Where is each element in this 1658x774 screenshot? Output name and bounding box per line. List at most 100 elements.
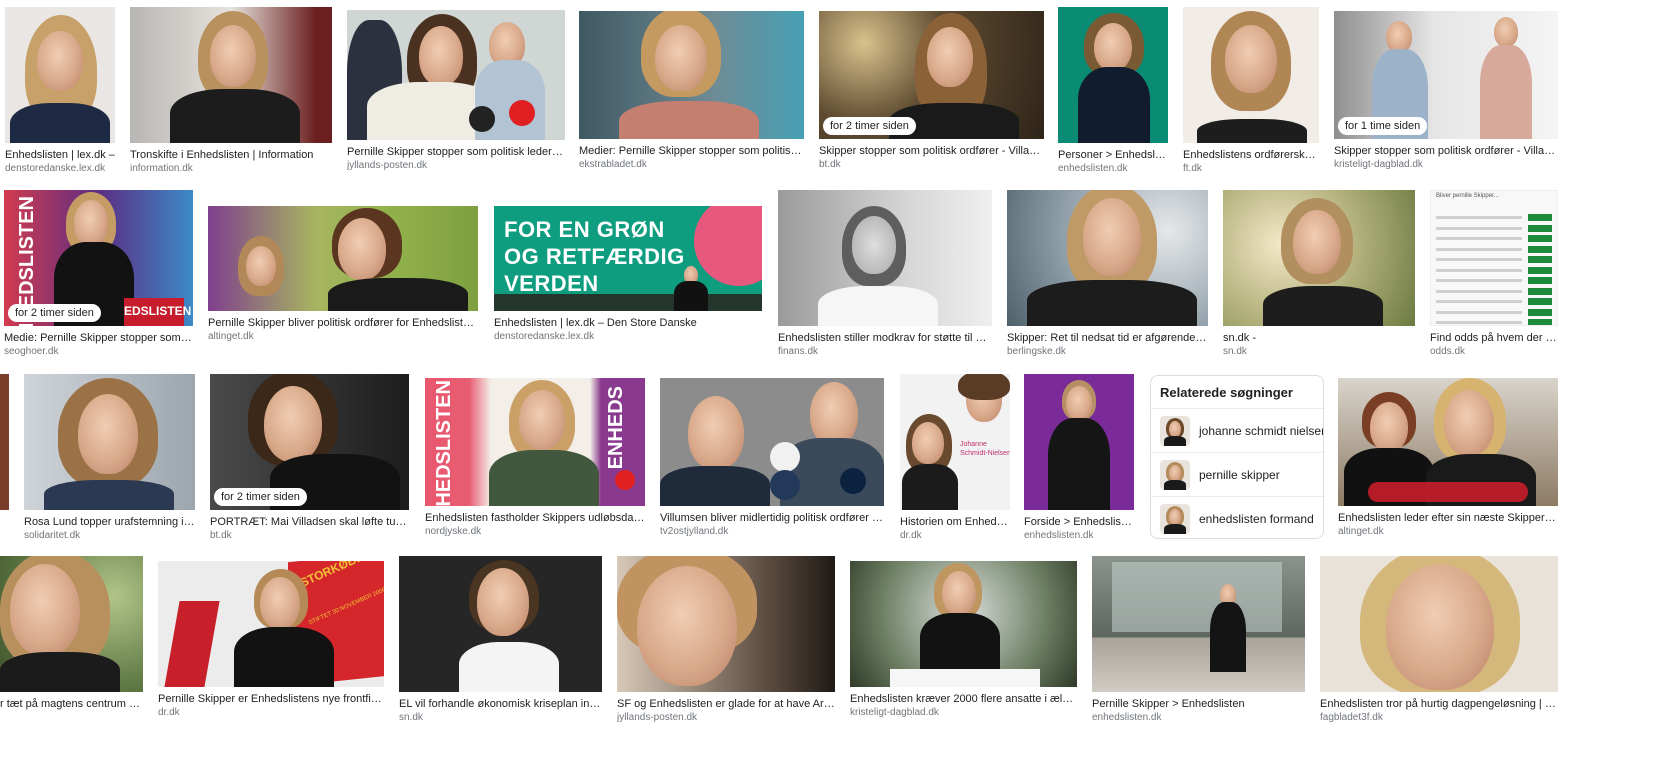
result-title[interactable]: Pernille Skipper bliver politisk ordføre…	[208, 316, 478, 330]
result-title[interactable]: PORTRÆT: Mai Villadsen skal løfte tung a…	[210, 515, 409, 529]
odds-value-cell	[1528, 266, 1552, 274]
image-result[interactable]: for 2 timer siden Skipper stopper som po…	[819, 11, 1044, 171]
related-search-item[interactable]: enhedslisten formand	[1151, 497, 1323, 538]
image-result[interactable]: Enhedslisten | lex.dk – denstoredanske.l…	[5, 7, 115, 175]
image-result[interactable]: for 2 timer siden PORTRÆT: Mai Villadsen…	[210, 374, 409, 542]
image-thumbnail[interactable]	[850, 561, 1077, 687]
image-result[interactable]: FOR EN GRØN OG RETFÆRDIG VERDEN Enhedsli…	[494, 206, 762, 343]
result-title[interactable]: Personer > Enhedslisten	[1058, 148, 1168, 162]
image-thumbnail[interactable]	[660, 378, 884, 506]
image-thumbnail[interactable]	[617, 556, 835, 692]
result-title[interactable]: Enhedslisten | lex.dk – Den Store Danske	[494, 316, 762, 330]
image-thumbnail[interactable]	[347, 10, 565, 140]
related-search-item[interactable]: pernille skipper	[1151, 453, 1323, 497]
image-result[interactable]: Pernille Skipper stopper som politisk le…	[347, 10, 565, 172]
image-result[interactable]: Pernille Skipper > Enhedslisten enhedsli…	[1092, 556, 1305, 724]
result-title[interactable]: Medie: Pernille Skipper stopper som poli…	[4, 331, 193, 345]
image-result[interactable]: r tæt på magtens centrum – m...	[0, 556, 143, 711]
result-title[interactable]: SF og Enhedslisten er glade for at have …	[617, 697, 835, 711]
image-thumbnail[interactable]	[208, 206, 478, 311]
result-title[interactable]: Pernille Skipper er Enhedslistens nye fr…	[158, 692, 384, 706]
image-result[interactable]: Johanne Schmidt-Nielsen Historien om Enh…	[900, 374, 1010, 542]
result-title[interactable]: Enhedslistens ordførerskaber...	[1183, 148, 1319, 162]
image-thumbnail[interactable]	[0, 374, 9, 510]
result-title[interactable]: Villumsen bliver midlertidig politisk or…	[660, 511, 884, 525]
image-thumbnail[interactable]: STORKØBENHAVN STIFTET 30 NOVEMBER 2006	[158, 561, 384, 687]
image-thumbnail[interactable]: Bliver pernille Skipper...	[1430, 190, 1558, 326]
image-thumbnail[interactable]	[0, 556, 143, 692]
image-thumbnail[interactable]	[1092, 556, 1305, 692]
image-result[interactable]: STORKØBENHAVN STIFTET 30 NOVEMBER 2006 P…	[158, 561, 384, 719]
image-thumbnail[interactable]	[24, 374, 195, 510]
result-title[interactable]: Skipper stopper som politisk ordfører - …	[819, 144, 1044, 158]
image-thumbnail[interactable]	[1058, 7, 1168, 143]
related-search-label[interactable]: pernille skipper	[1199, 468, 1280, 482]
image-result[interactable]: Tronskifte i Enhedslisten | Information …	[130, 7, 332, 175]
result-title[interactable]: Skipper stopper som politisk ordfører - …	[1334, 144, 1558, 158]
result-title[interactable]: r tæt på magtens centrum – m...	[0, 697, 143, 711]
image-result[interactable]: Rosa Lund topper urafstemning i Enh... s…	[24, 374, 195, 542]
image-result[interactable]: Enhedslisten leder efter sin næste Skipp…	[1338, 378, 1558, 538]
image-thumbnail[interactable]	[5, 7, 115, 143]
result-source: jyllands-posten.dk	[617, 712, 698, 723]
image-thumbnail[interactable]	[399, 556, 602, 692]
result-title[interactable]: Find odds på hvem der skal...	[1430, 331, 1558, 345]
result-title[interactable]: Enhedslisten | lex.dk –	[5, 148, 115, 162]
image-result[interactable]: Villumsen bliver midlertidig politisk or…	[660, 378, 884, 538]
image-result[interactable]: Enhedslisten stiller modkrav for støtte …	[778, 190, 992, 358]
image-thumbnail[interactable]: ENHEDSLISTEN EDSLISTEN for 2 timer siden	[4, 190, 193, 326]
image-thumbnail[interactable]: ENHEDSLISTEN ENHEDS	[425, 378, 645, 506]
image-result[interactable]: ENHEDSLISTEN ENHEDS Enhedslisten fasthol…	[425, 378, 645, 538]
odds-row	[1436, 245, 1552, 254]
result-title[interactable]: Historien om Enhedslis...	[900, 515, 1010, 529]
result-title[interactable]: EL vil forhandle økonomisk kriseplan ind…	[399, 697, 602, 711]
image-thumbnail[interactable]	[1007, 190, 1208, 326]
result-title[interactable]: Forside > Enhedslisten	[1024, 515, 1134, 529]
image-thumbnail[interactable]	[1024, 374, 1134, 510]
result-title[interactable]: Enhedslisten fastholder Skippers udløbsd…	[425, 511, 645, 525]
image-thumbnail[interactable]: for 1 time siden	[1334, 11, 1558, 139]
image-thumbnail[interactable]	[1338, 378, 1558, 506]
image-thumbnail[interactable]	[579, 11, 804, 139]
image-result[interactable]: Enhedslisten tror på hurtig dagpengeløsn…	[1320, 556, 1558, 724]
result-title[interactable]: Enhedslisten kræver 2000 flere ansatte i…	[850, 692, 1077, 706]
odds-value-cell	[1528, 256, 1552, 263]
result-title[interactable]: Enhedslisten tror på hurtig dagpengeløsn…	[1320, 697, 1558, 711]
image-thumbnail[interactable]: FOR EN GRØN OG RETFÆRDIG VERDEN	[494, 206, 762, 311]
image-result-cropped[interactable]	[0, 374, 9, 510]
image-result[interactable]: sn.dk - sn.dk	[1223, 190, 1415, 358]
image-result[interactable]: Pernille Skipper bliver politisk ordføre…	[208, 206, 478, 343]
result-title[interactable]: Enhedslisten stiller modkrav for støtte …	[778, 331, 992, 345]
image-thumbnail[interactable]	[1320, 556, 1558, 692]
result-title[interactable]: Pernille Skipper > Enhedslisten	[1092, 697, 1305, 711]
result-title[interactable]: Skipper: Ret til nedsat tid er afgørende…	[1007, 331, 1208, 345]
image-thumbnail[interactable]	[778, 190, 992, 326]
image-thumbnail[interactable]: for 2 timer siden	[819, 11, 1044, 139]
image-result[interactable]: ENHEDSLISTEN EDSLISTEN for 2 timer siden…	[4, 190, 193, 358]
image-thumbnail[interactable]	[130, 7, 332, 143]
result-title[interactable]: Pernille Skipper stopper som politisk le…	[347, 145, 565, 159]
image-result[interactable]: Enhedslistens ordførerskaber... ft.dk	[1183, 7, 1319, 175]
result-title[interactable]: sn.dk -	[1223, 331, 1415, 345]
image-result[interactable]: Medier: Pernille Skipper stopper som pol…	[579, 11, 804, 171]
result-title[interactable]: Rosa Lund topper urafstemning i Enh...	[24, 515, 195, 529]
image-result[interactable]: for 1 time siden Skipper stopper som pol…	[1334, 11, 1558, 171]
image-result[interactable]: Bliver pernille Skipper... Find odds på …	[1430, 190, 1558, 358]
result-title[interactable]: Tronskifte i Enhedslisten | Information	[130, 148, 332, 162]
related-search-label[interactable]: enhedslisten formand	[1199, 512, 1314, 526]
image-result[interactable]: Forside > Enhedslisten enhedslisten.dk	[1024, 374, 1134, 542]
image-result[interactable]: Enhedslisten kræver 2000 flere ansatte i…	[850, 561, 1077, 719]
odds-name-line	[1436, 226, 1522, 230]
result-title[interactable]: Enhedslisten leder efter sin næste Skipp…	[1338, 511, 1558, 525]
image-thumbnail[interactable]: Johanne Schmidt-Nielsen	[900, 374, 1010, 510]
related-search-item[interactable]: johanne schmidt nielsen	[1151, 409, 1323, 453]
image-result[interactable]: EL vil forhandle økonomisk kriseplan ind…	[399, 556, 602, 724]
image-thumbnail[interactable]	[1223, 190, 1415, 326]
image-result[interactable]: SF og Enhedslisten er glade for at have …	[617, 556, 835, 724]
result-title[interactable]: Medier: Pernille Skipper stopper som pol…	[579, 144, 804, 158]
image-result[interactable]: Skipper: Ret til nedsat tid er afgørende…	[1007, 190, 1208, 358]
image-thumbnail[interactable]: for 2 timer siden	[210, 374, 409, 510]
related-search-label[interactable]: johanne schmidt nielsen	[1199, 424, 1323, 438]
image-result[interactable]: Personer > Enhedslisten enhedslisten.dk	[1058, 7, 1168, 175]
image-thumbnail[interactable]	[1183, 7, 1319, 143]
